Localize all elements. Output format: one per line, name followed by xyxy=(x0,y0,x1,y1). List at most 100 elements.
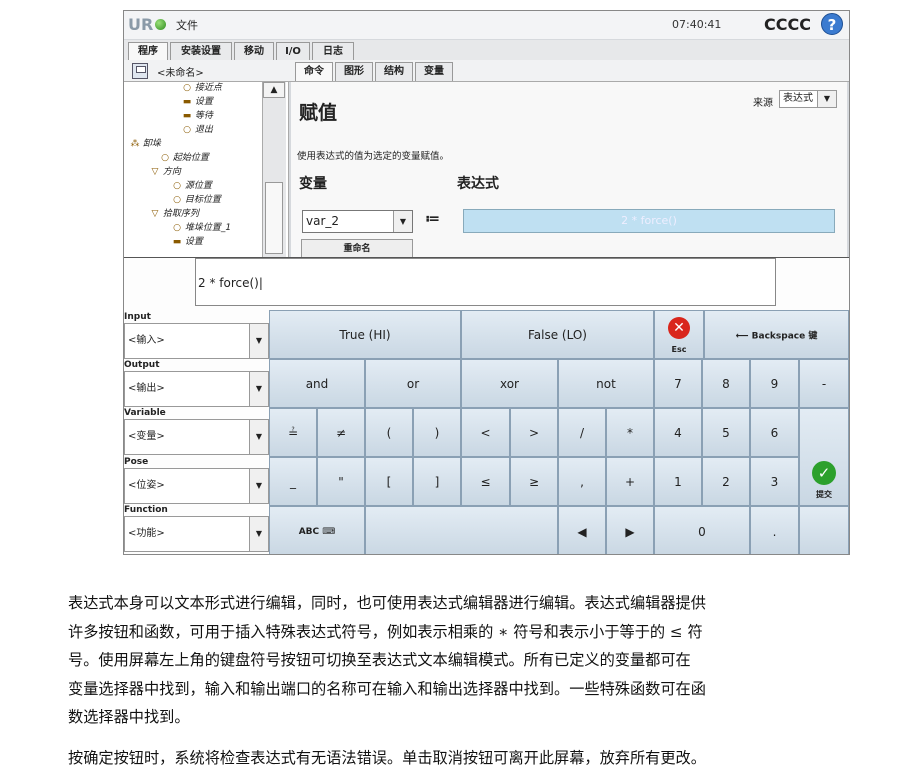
cursor-right-button[interactable]: ▶ xyxy=(606,506,654,554)
right-paren-button[interactable]: ) xyxy=(413,408,461,457)
key-9[interactable]: 9 xyxy=(750,359,799,408)
right-bracket-button[interactable]: ] xyxy=(413,457,461,506)
tab-move[interactable]: 移动 xyxy=(234,42,274,60)
xor-button[interactable]: xor xyxy=(461,359,558,408)
function-select[interactable]: <功能> ▼ xyxy=(124,516,269,552)
tree-item[interactable]: ○ 目标位置 xyxy=(172,192,221,205)
tree-item[interactable]: ○ 接近点 xyxy=(182,82,222,93)
key-1[interactable]: 1 xyxy=(654,457,702,506)
not-button[interactable]: not xyxy=(558,359,654,408)
tree-item[interactable]: ○ 堆垛位置_1 xyxy=(172,220,231,233)
key-label: 5 xyxy=(722,425,730,440)
or-button[interactable]: or xyxy=(365,359,461,408)
paragraph: 按确定按钮时，系统将检查表达式有无语法错误。单击取消按钮可离开此屏幕，放弃所有更… xyxy=(68,749,706,767)
key-label: ≥ xyxy=(528,474,540,489)
rename-button[interactable]: 重命名 xyxy=(301,239,413,259)
program-name: <未命名> xyxy=(157,68,204,79)
left-paren-button[interactable]: ( xyxy=(365,408,413,457)
tree-item[interactable]: ○ 起始位置 xyxy=(160,150,209,163)
tab-variables[interactable]: 变量 xyxy=(415,62,453,81)
waypoint-icon: ○ xyxy=(183,125,191,135)
key-4[interactable]: 4 xyxy=(654,408,702,457)
tree-item[interactable]: ▽ 拾取序列 xyxy=(150,206,199,219)
main-tabs: 程序 安装设置 移动 I/O 日志 xyxy=(124,40,849,60)
help-icon[interactable]: ? xyxy=(821,13,843,35)
tab-structure[interactable]: 结构 xyxy=(375,62,413,81)
blank-button[interactable] xyxy=(799,506,849,554)
tree-item[interactable]: ○ 源位置 xyxy=(172,178,212,191)
key-8[interactable]: 8 xyxy=(702,359,750,408)
tab-installation[interactable]: 安装设置 xyxy=(170,42,232,60)
key-label: * xyxy=(627,425,633,440)
tree-item[interactable]: ○ 退出 xyxy=(182,122,213,135)
not-equal-button[interactable]: ≠ xyxy=(317,408,365,457)
robot-screen-screenshot: UR 文件 07:40:41 CCCC ? 程序 安装设置 移动 I/O 日志 … xyxy=(123,10,850,555)
key-label: ⟵ Backspace 键 xyxy=(735,331,818,341)
tree-item[interactable]: ▬ 设置 xyxy=(172,234,203,247)
minus-button[interactable]: - xyxy=(799,359,849,408)
key-label: . xyxy=(772,524,777,539)
plus-button[interactable]: + xyxy=(606,457,654,506)
expression-input[interactable]: 2 * force()| xyxy=(195,258,776,306)
tab-command[interactable]: 命令 xyxy=(295,62,333,81)
status-indicator-icon xyxy=(155,19,166,30)
divide-button[interactable]: / xyxy=(558,408,606,457)
output-select[interactable]: <输出> ▼ xyxy=(124,371,269,407)
keyboard-toggle-button[interactable]: ABC ⌨ xyxy=(269,506,365,554)
key-5[interactable]: 5 xyxy=(702,408,750,457)
tree-item[interactable]: ⁂ 卸垛 xyxy=(130,136,161,149)
underscore-button[interactable]: _ xyxy=(269,457,317,506)
multiply-button[interactable]: * xyxy=(606,408,654,457)
input-select[interactable]: <输入> ▼ xyxy=(124,323,269,359)
comma-button[interactable]: , xyxy=(558,457,606,506)
ur-logo: UR xyxy=(128,15,154,34)
key-0[interactable]: 0 xyxy=(654,506,750,554)
tree-item[interactable]: ▬ 等待 xyxy=(182,108,213,121)
arrow-right-icon: ▶ xyxy=(625,524,635,539)
equals-button[interactable]: ≟ xyxy=(269,408,317,457)
file-menu[interactable]: 文件 xyxy=(176,17,198,33)
expression-field[interactable]: 2 * force() xyxy=(463,209,835,233)
key-label: not xyxy=(596,376,616,391)
pose-select[interactable]: <位姿> ▼ xyxy=(124,468,269,504)
scroll-thumb[interactable] xyxy=(265,182,283,254)
submit-button[interactable]: ✓ 提交 xyxy=(799,408,849,506)
save-icon[interactable] xyxy=(132,63,148,79)
key-2[interactable]: 2 xyxy=(702,457,750,506)
tree-scrollbar[interactable]: ▲ xyxy=(262,82,286,257)
variable-select[interactable]: var_2 ▼ xyxy=(302,210,413,233)
tab-io[interactable]: I/O xyxy=(276,42,310,60)
false-button[interactable]: False (LO) xyxy=(461,310,654,359)
esc-button[interactable]: ✕ Esc xyxy=(654,310,704,359)
tab-log[interactable]: 日志 xyxy=(312,42,354,60)
pose-value: <位姿> xyxy=(128,480,165,491)
scroll-up-icon[interactable]: ▲ xyxy=(263,82,285,98)
backspace-button[interactable]: ⟵ Backspace 键 xyxy=(704,310,849,359)
key-6[interactable]: 6 xyxy=(750,408,799,457)
tree-item-label: 退出 xyxy=(194,125,213,135)
tree-item-label: 设置 xyxy=(184,237,203,247)
less-than-button[interactable]: < xyxy=(461,408,510,457)
variable-value: <变量> xyxy=(128,431,165,442)
tree-item[interactable]: ▬ 设置 xyxy=(182,94,213,107)
key-3[interactable]: 3 xyxy=(750,457,799,506)
key-label: + xyxy=(624,474,636,489)
tab-program[interactable]: 程序 xyxy=(128,42,168,60)
chevron-down-icon: ▼ xyxy=(393,211,412,232)
quote-button[interactable]: " xyxy=(317,457,365,506)
left-bracket-button[interactable]: [ xyxy=(365,457,413,506)
key-7[interactable]: 7 xyxy=(654,359,702,408)
greater-than-button[interactable]: > xyxy=(510,408,558,457)
dot-button[interactable]: . xyxy=(750,506,799,554)
tree-item[interactable]: ▽ 方向 xyxy=(150,164,181,177)
space-button[interactable] xyxy=(365,506,558,554)
greater-equal-button[interactable]: ≥ xyxy=(510,457,558,506)
cursor-left-button[interactable]: ◀ xyxy=(558,506,606,554)
tab-graphics[interactable]: 图形 xyxy=(335,62,373,81)
variable-select[interactable]: <变量> ▼ xyxy=(124,419,269,455)
key-label: False (LO) xyxy=(527,327,587,342)
and-button[interactable]: and xyxy=(269,359,365,408)
source-select[interactable]: 表达式 ▼ xyxy=(779,90,837,108)
less-equal-button[interactable]: ≤ xyxy=(461,457,510,506)
true-button[interactable]: True (HI) xyxy=(269,310,461,359)
